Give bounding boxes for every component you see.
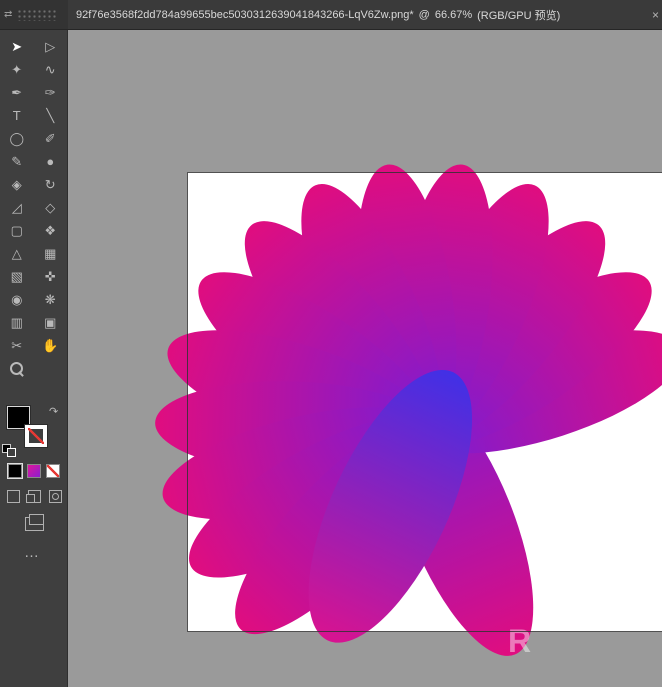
at-separator: @: [419, 9, 430, 21]
document-filename: 92f76e3568f2dd784a99655bec50303126390418…: [76, 9, 414, 21]
document-tab-bar: 92f76e3568f2dd784a99655bec50303126390418…: [68, 0, 662, 30]
tab-close-button[interactable]: ×: [652, 8, 659, 22]
fill-stroke-control: ↷: [0, 404, 68, 458]
none-button[interactable]: [46, 464, 60, 478]
panel-dock-header[interactable]: ⇄: [0, 0, 68, 30]
color-type-row: [0, 464, 68, 478]
width-tool[interactable]: ◇: [34, 196, 68, 219]
drag-handle[interactable]: [17, 9, 57, 21]
type-tool[interactable]: T: [0, 104, 34, 127]
line-segment-tool[interactable]: ╲: [34, 104, 68, 127]
tools-panel: ➤▷✦∿✒✑T╲◯✐✎●◈↻◿◇▢❖△▦▧✜◉❋▥▣✂✋ ↷ …: [0, 30, 68, 687]
ellipse-tool[interactable]: ◯: [0, 127, 34, 150]
mesh-tool[interactable]: ▦: [34, 242, 68, 265]
gradient-button[interactable]: [27, 464, 41, 478]
artboard-tool[interactable]: ▣: [34, 311, 68, 334]
curvature-tool[interactable]: ✑: [34, 81, 68, 104]
gradient-tool[interactable]: ▧: [0, 265, 34, 288]
paintbrush-tool[interactable]: ✐: [34, 127, 68, 150]
change-screen-mode-button[interactable]: [25, 517, 44, 531]
color-mode: (RGB/GPU 预览): [477, 7, 560, 23]
zoom-level: 66.67%: [435, 9, 472, 21]
free-transform-tool[interactable]: ▢: [0, 219, 34, 242]
pen-tool[interactable]: ✒: [0, 81, 34, 104]
default-fill-stroke-icon[interactable]: [2, 444, 16, 456]
canvas-area[interactable]: R: [68, 30, 662, 687]
blend-tool[interactable]: ◉: [0, 288, 34, 311]
watermark-letter: R: [508, 623, 531, 659]
eyedropper-tool[interactable]: ✜: [34, 265, 68, 288]
zoom-icon: [10, 362, 23, 375]
shape-builder-tool[interactable]: ❖: [34, 219, 68, 242]
lasso-tool[interactable]: ∿: [34, 58, 68, 81]
pencil-tool[interactable]: ✎: [0, 150, 34, 173]
draw-inside-button[interactable]: [49, 490, 62, 503]
blob-brush-tool[interactable]: ●: [34, 150, 68, 173]
flower-artwork[interactable]: R: [68, 30, 662, 687]
color-button[interactable]: [8, 464, 22, 478]
stroke-swatch[interactable]: [25, 425, 47, 447]
eraser-tool[interactable]: ◈: [0, 173, 34, 196]
perspective-grid-tool[interactable]: △: [0, 242, 34, 265]
swap-fill-stroke-icon[interactable]: ↷: [49, 405, 58, 418]
hand-tool[interactable]: ✋: [34, 334, 68, 357]
document-tab[interactable]: 92f76e3568f2dd784a99655bec50303126390418…: [76, 7, 560, 23]
symbol-sprayer-tool[interactable]: ❋: [34, 288, 68, 311]
tools-grid: ➤▷✦∿✒✑T╲◯✐✎●◈↻◿◇▢❖△▦▧✜◉❋▥▣✂✋: [0, 30, 67, 380]
collapse-panels-icon[interactable]: ⇄: [4, 10, 12, 20]
default-stroke-icon: [7, 448, 16, 457]
illustrator-window: ⇄ 92f76e3568f2dd784a99655bec503031263904…: [0, 0, 662, 687]
direct-selection-tool[interactable]: ▷: [34, 35, 68, 58]
zoom-tool[interactable]: [0, 357, 34, 380]
draw-normal-button[interactable]: [7, 490, 20, 503]
rotate-tool[interactable]: ↻: [34, 173, 68, 196]
selection-tool[interactable]: ➤: [0, 35, 34, 58]
draw-behind-button[interactable]: [28, 490, 41, 503]
column-graph-tool[interactable]: ▥: [0, 311, 34, 334]
drawing-modes-row: [0, 490, 68, 503]
scale-tool[interactable]: ◿: [0, 196, 34, 219]
magic-wand-tool[interactable]: ✦: [0, 58, 34, 81]
edit-toolbar-button[interactable]: …: [24, 544, 39, 561]
slice-tool[interactable]: ✂: [0, 334, 34, 357]
